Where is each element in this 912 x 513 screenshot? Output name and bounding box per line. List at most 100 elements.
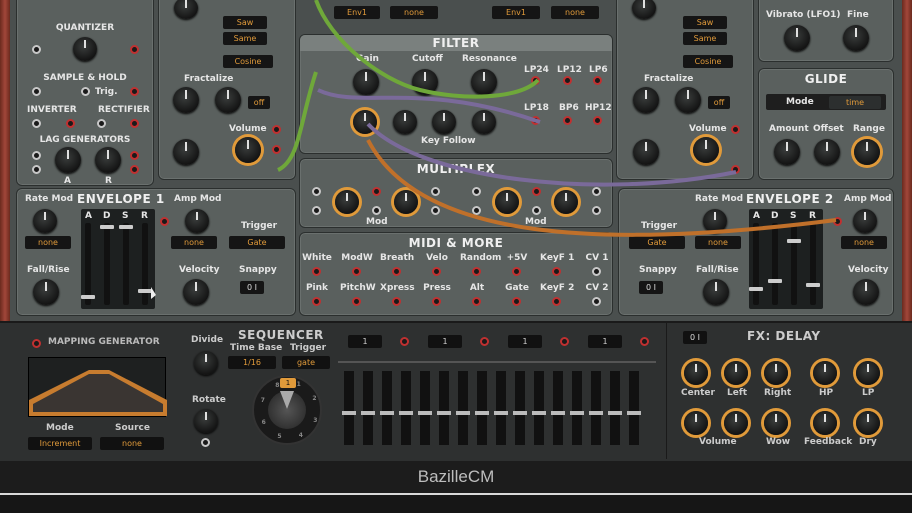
seq-step-fader[interactable] [496, 371, 506, 445]
seq-lane-jack-1[interactable] [480, 337, 489, 346]
seq-lane-jack-0[interactable] [400, 337, 409, 346]
seq-lane-value-0[interactable]: 1 [348, 335, 382, 348]
bottom-bar [0, 495, 912, 513]
seq-step-fader[interactable] [553, 371, 563, 445]
mapping-display[interactable] [28, 357, 167, 417]
mapping-mode-value[interactable]: Increment [28, 437, 92, 450]
seq-trigger-label: Trigger [290, 343, 327, 353]
seq-divide-knob[interactable] [194, 351, 218, 375]
seq-dial[interactable]: 1 1 2 3 4 5 6 7 8 [252, 375, 322, 445]
mapping-source-label: Source [115, 423, 150, 433]
seq-step-cap[interactable] [570, 411, 584, 415]
fx-toggle[interactable]: 0 I [683, 331, 707, 344]
seq-dial-number: 3 [313, 416, 318, 424]
synth-panel: QUANTIZER SAMPLE & HOLD Trig. INVERTER R… [0, 0, 912, 321]
seq-rotate-knob[interactable] [194, 409, 218, 433]
seq-step-fader[interactable] [401, 371, 411, 445]
seq-lane-value-2[interactable]: 1 [508, 335, 542, 348]
seq-step-cap[interactable] [456, 411, 470, 415]
cable-green [314, 0, 540, 99]
mapping-source-value[interactable]: none [100, 437, 164, 450]
mapping-curve [29, 370, 167, 416]
seq-step-cap[interactable] [627, 411, 641, 415]
seq-step-cap[interactable] [513, 411, 527, 415]
seq-step-cap[interactable] [589, 411, 603, 415]
seq-step-cap[interactable] [361, 411, 375, 415]
fx-dry-label: Dry [859, 437, 877, 447]
seq-grid: 1 1 1 1 [338, 331, 656, 451]
fx-left-knob[interactable] [724, 361, 748, 385]
fx-left-label: Left [727, 388, 748, 398]
sequencer-section: MAPPING GENERATOR Mode Source Increment … [0, 321, 912, 461]
fx-dry-knob[interactable] [856, 411, 880, 435]
seq-divide-label: Divide [191, 335, 224, 345]
cable-purple-2 [366, 122, 737, 187]
fx-volume-label: Volume [699, 437, 737, 447]
seq-step-fader[interactable] [382, 371, 392, 445]
window-title: BazilleCM [0, 461, 912, 493]
seq-time-base-label: Time Base [230, 343, 283, 353]
seq-dial-number: 1 [296, 380, 301, 388]
seq-step-fader[interactable] [420, 371, 430, 445]
fx-volume-knob-2[interactable] [724, 411, 748, 435]
mapping-mode-label: Mode [46, 423, 74, 433]
seq-step-cap[interactable] [342, 411, 356, 415]
fx-feedback-label: Feedback [804, 437, 853, 447]
seq-step-fader[interactable] [572, 371, 582, 445]
seq-step-cap[interactable] [494, 411, 508, 415]
seq-step-fader[interactable] [629, 371, 639, 445]
fx-center-label: Center [681, 388, 715, 398]
seq-dial-number: 6 [261, 418, 266, 426]
seq-step-fader[interactable] [363, 371, 373, 445]
app-window: QUANTIZER SAMPLE & HOLD Trig. INVERTER R… [0, 0, 912, 513]
seq-step-cap[interactable] [475, 411, 489, 415]
seq-dial-number: 8 [275, 381, 280, 389]
fx-delay-title: FX: DELAY [747, 329, 821, 343]
seq-step-cap[interactable] [532, 411, 546, 415]
fx-lp-label: LP [862, 388, 875, 398]
seq-title: SEQUENCER [238, 328, 324, 342]
seq-step-cap[interactable] [551, 411, 565, 415]
seq-step-cap[interactable] [437, 411, 451, 415]
fx-lp-knob[interactable] [856, 361, 880, 385]
seq-lane-jack-3[interactable] [640, 337, 649, 346]
seq-dial-number: 4 [298, 432, 303, 440]
seq-step-fader[interactable] [458, 371, 468, 445]
fx-wow-knob[interactable] [764, 411, 788, 435]
fx-wow-label: Wow [766, 437, 791, 447]
seq-time-base-value[interactable]: 1/16 [228, 356, 276, 369]
seq-dial-number: 7 [260, 397, 265, 405]
seq-step-cap[interactable] [399, 411, 413, 415]
seq-step-cap[interactable] [608, 411, 622, 415]
fx-center-knob[interactable] [684, 361, 708, 385]
cable-orange [366, 139, 837, 237]
seq-step-fader[interactable] [534, 371, 544, 445]
seq-step-fader[interactable] [344, 371, 354, 445]
seq-step-cap[interactable] [380, 411, 394, 415]
fx-feedback-knob[interactable] [813, 411, 837, 435]
seq-dial-knob[interactable] [268, 391, 306, 429]
seq-dial-number: 2 [312, 395, 317, 403]
seq-dial-number: 5 [277, 433, 282, 441]
seq-step-fader[interactable] [591, 371, 601, 445]
patch-cables [276, 0, 837, 237]
fx-hp-knob[interactable] [813, 361, 837, 385]
fx-right-knob[interactable] [764, 361, 788, 385]
seq-step-fader[interactable] [477, 371, 487, 445]
seq-lane-jack-2[interactable] [560, 337, 569, 346]
seq-step-fader[interactable] [439, 371, 449, 445]
seq-lane-value-1[interactable]: 1 [428, 335, 462, 348]
fx-volume-knob-1[interactable] [684, 411, 708, 435]
fx-hp-label: HP [819, 388, 834, 398]
seq-rotate-jack[interactable] [201, 438, 210, 447]
seq-trigger-value[interactable]: gate [282, 356, 330, 369]
mapping-generator-panel: MAPPING GENERATOR Mode Source Increment … [18, 329, 176, 455]
fx-delay-panel: 0 I FX: DELAY Center Left Right HP LP Vo… [666, 323, 906, 459]
cable-green-2 [276, 71, 318, 172]
seq-step-fader[interactable] [610, 371, 620, 445]
seq-step-fader[interactable] [515, 371, 525, 445]
seq-dial-value: 1 [280, 378, 296, 388]
seq-step-cap[interactable] [418, 411, 432, 415]
seq-lane-value-3[interactable]: 1 [588, 335, 622, 348]
mapping-jack[interactable] [32, 339, 41, 348]
